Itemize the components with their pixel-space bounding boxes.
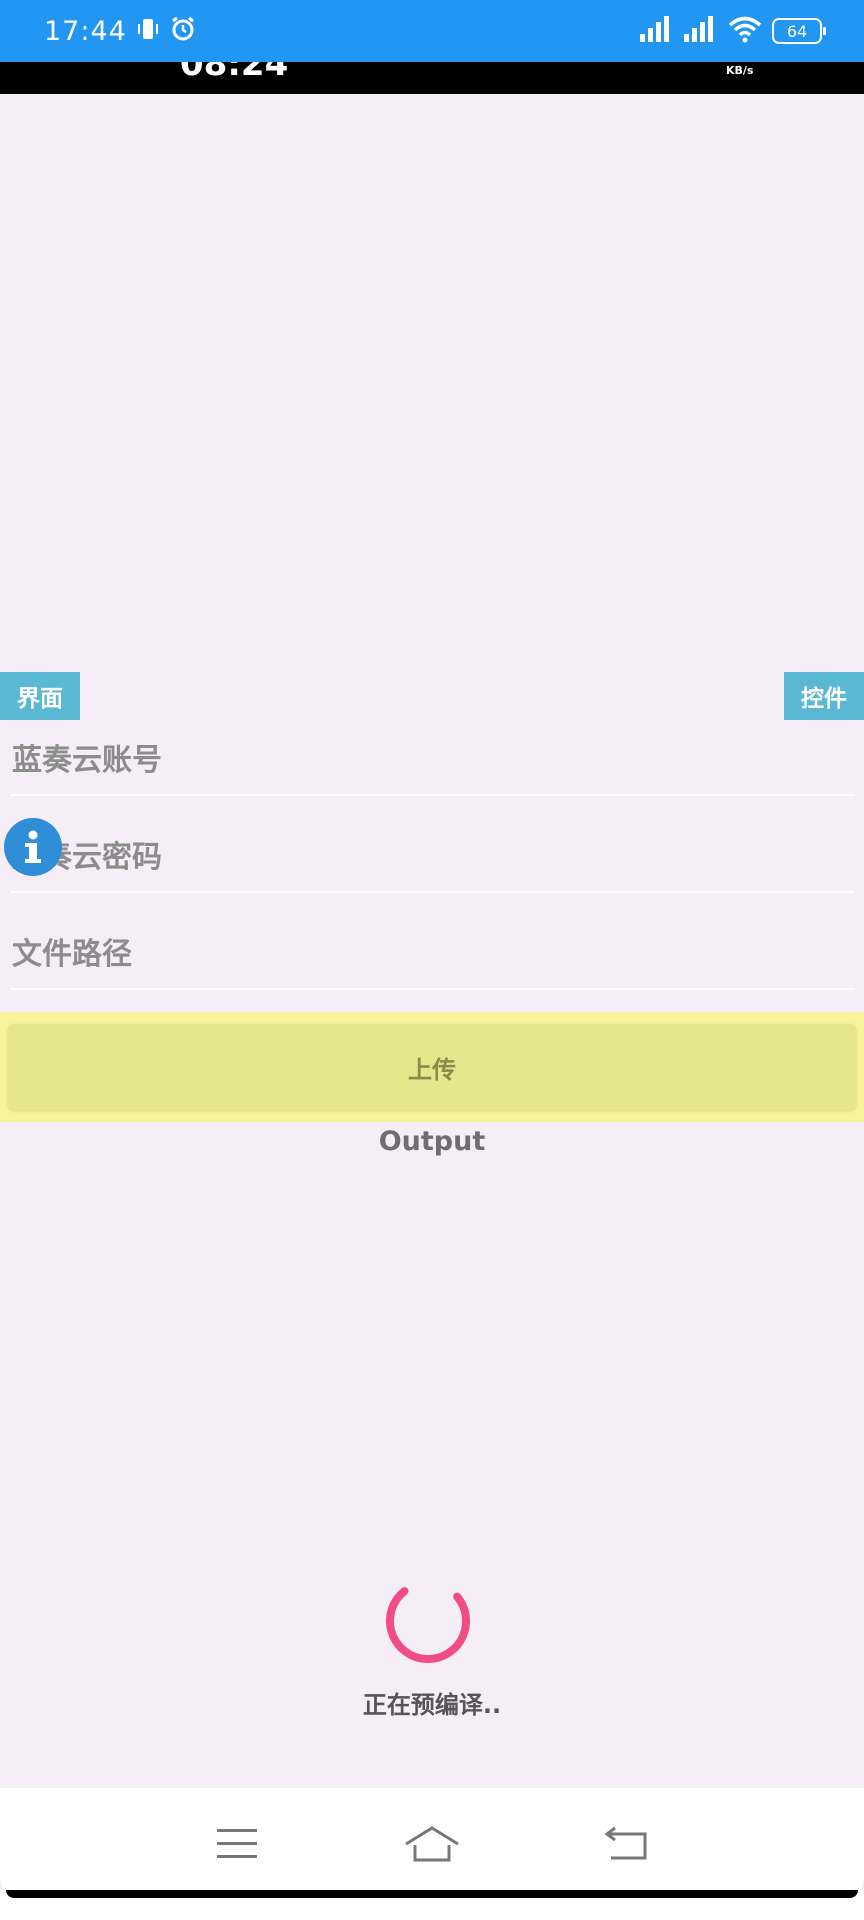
upload-button[interactable]: 上传 — [8, 1024, 856, 1110]
menu-icon — [217, 1829, 258, 1858]
back-button[interactable] — [592, 1814, 662, 1874]
loading-spinner-icon — [386, 1579, 470, 1663]
output-label: Output — [378, 1126, 486, 1157]
file-path-input[interactable] — [10, 920, 855, 990]
screen-bottom-edge — [0, 1890, 864, 1920]
inner-network-speed: KB/s — [726, 64, 754, 77]
tab-widgets[interactable]: 控件 — [784, 672, 864, 720]
home-icon — [405, 1826, 459, 1862]
wifi-icon — [728, 15, 762, 47]
loading-text: 正在预编译.. — [362, 1691, 502, 1719]
info-icon — [6, 820, 60, 874]
status-left: 17:44 — [44, 15, 197, 47]
signal-icon-1 — [640, 16, 674, 46]
alarm-icon — [169, 15, 197, 47]
battery-icon: 64 — [772, 18, 826, 44]
status-right: 64 — [640, 15, 826, 47]
back-icon — [604, 1826, 647, 1860]
inner-status-bar: 08:24 KB/s — [0, 62, 864, 94]
password-input[interactable] — [10, 823, 855, 893]
status-bar: 17:44 64 — [0, 0, 864, 62]
info-fab[interactable] — [4, 818, 62, 876]
status-time: 17:44 — [44, 15, 127, 47]
inner-status-time: 08:24 — [180, 62, 289, 84]
account-input[interactable] — [10, 726, 855, 796]
signal-icon-2 — [684, 16, 718, 46]
upload-highlight: 上传 — [0, 1012, 864, 1122]
menu-button[interactable] — [202, 1814, 272, 1874]
navigation-bar — [0, 1788, 864, 1900]
vibrate-icon — [135, 16, 161, 46]
home-button[interactable] — [397, 1814, 467, 1874]
tab-interface[interactable]: 界面 — [0, 672, 80, 720]
